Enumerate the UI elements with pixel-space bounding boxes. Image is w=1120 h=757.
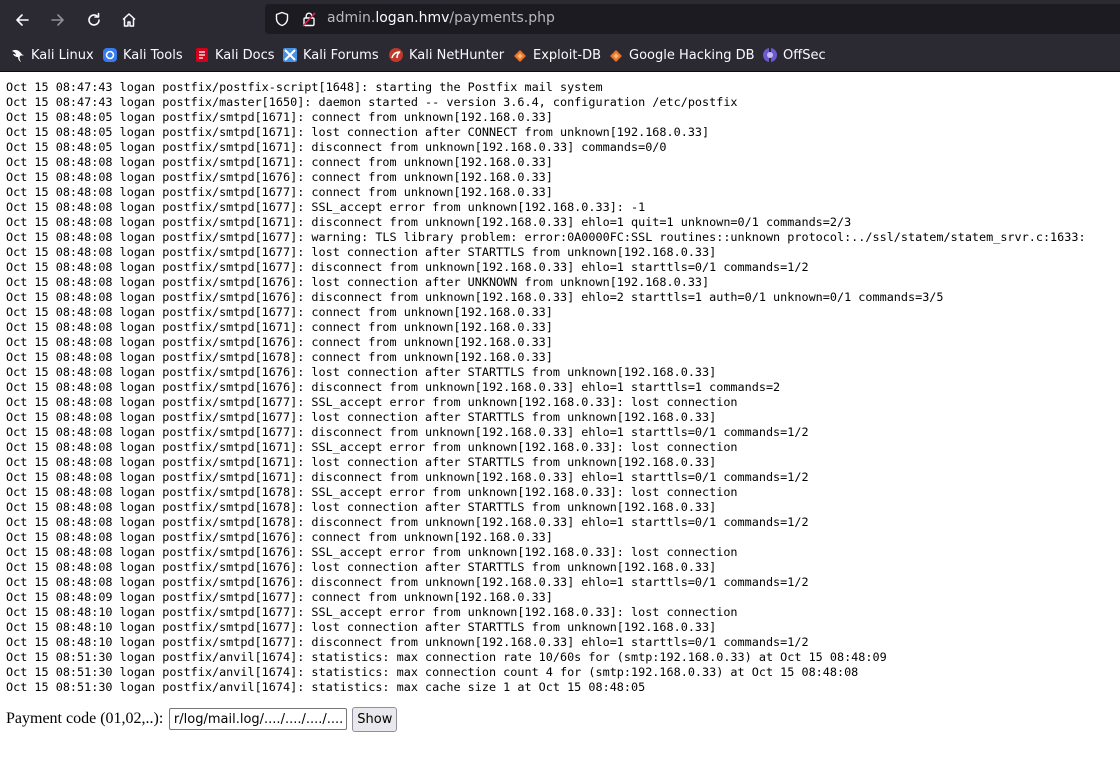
log-line: Oct 15 08:48:08 logan postfix/smtpd[1676… <box>6 335 553 349</box>
log-line: Oct 15 08:48:08 logan postfix/smtpd[1671… <box>6 320 553 334</box>
log-line: Oct 15 08:47:43 logan postfix/master[165… <box>6 95 738 109</box>
bookmark-label: OffSec <box>783 47 826 63</box>
bookmark-kali-docs[interactable]: Kali Docs <box>194 47 275 63</box>
bookmark-google-hacking-db[interactable]: Google Hacking DB <box>608 47 755 63</box>
mail-log-output: Oct 15 08:47:43 logan postfix/postfix-sc… <box>6 80 1086 695</box>
log-line: Oct 15 08:48:08 logan postfix/smtpd[1676… <box>6 365 717 379</box>
back-button[interactable] <box>9 7 35 33</box>
log-line: Oct 15 08:48:10 logan postfix/smtpd[1677… <box>6 620 717 634</box>
log-line: Oct 15 08:48:08 logan postfix/smtpd[1676… <box>6 560 717 574</box>
log-line: Oct 15 08:48:08 logan postfix/smtpd[1678… <box>6 515 809 529</box>
kali-forums-icon <box>282 47 298 63</box>
log-line: Oct 15 08:47:43 logan postfix/postfix-sc… <box>6 80 603 94</box>
log-line: Oct 15 08:48:08 logan postfix/smtpd[1677… <box>6 200 646 214</box>
log-line: Oct 15 08:48:08 logan postfix/smtpd[1671… <box>6 470 809 484</box>
log-line: Oct 15 08:48:08 logan postfix/smtpd[1671… <box>6 455 717 469</box>
log-line: Oct 15 08:51:30 logan postfix/anvil[1674… <box>6 680 646 694</box>
log-line: Oct 15 08:48:10 logan postfix/smtpd[1677… <box>6 635 809 649</box>
reload-button[interactable] <box>81 7 107 33</box>
bookmark-label: Kali Docs <box>215 47 275 63</box>
url-text: admin.logan.hmv/payments.php <box>327 10 555 26</box>
log-line: Oct 15 08:48:08 logan postfix/smtpd[1676… <box>6 275 710 289</box>
log-line: Oct 15 08:48:08 logan postfix/smtpd[1678… <box>6 350 553 364</box>
log-line: Oct 15 08:48:08 logan postfix/smtpd[1676… <box>6 530 553 544</box>
bookmark-label: Kali Linux <box>31 47 94 63</box>
log-line: Oct 15 08:48:08 logan postfix/smtpd[1676… <box>6 575 809 589</box>
log-line: Oct 15 08:51:30 logan postfix/anvil[1674… <box>6 665 859 679</box>
bookmarks-toolbar: Kali Linux Kali Tools Kali Docs Kali For… <box>0 39 1120 72</box>
log-line: Oct 15 08:51:30 logan postfix/anvil[1674… <box>6 650 887 664</box>
payment-code-input[interactable] <box>169 708 348 730</box>
log-line: Oct 15 08:48:05 logan postfix/smtpd[1671… <box>6 140 667 154</box>
url-path: /payments.php <box>449 10 555 26</box>
log-line: Oct 15 08:48:08 logan postfix/smtpd[1671… <box>6 155 553 169</box>
bookmark-label: Kali Forums <box>303 47 379 63</box>
log-line: Oct 15 08:48:10 logan postfix/smtpd[1677… <box>6 605 738 619</box>
url-prefix: admin. <box>327 10 376 26</box>
log-line: Oct 15 08:48:08 logan postfix/smtpd[1678… <box>6 485 738 499</box>
log-line: Oct 15 08:48:08 logan postfix/smtpd[1676… <box>6 380 781 394</box>
log-line: Oct 15 08:48:08 logan postfix/smtpd[1676… <box>6 545 738 559</box>
log-line: Oct 15 08:48:08 logan postfix/smtpd[1677… <box>6 230 1086 244</box>
bookmark-label: Google Hacking DB <box>629 47 755 63</box>
home-button[interactable] <box>116 7 142 33</box>
kali-dragon-icon <box>10 47 26 63</box>
log-line: Oct 15 08:48:08 logan postfix/smtpd[1677… <box>6 185 553 199</box>
bookmark-kali-tools[interactable]: Kali Tools <box>102 47 183 63</box>
url-host: logan.hmv <box>375 10 450 26</box>
log-line: Oct 15 08:48:08 logan postfix/smtpd[1677… <box>6 425 809 439</box>
arrow-right-icon <box>51 14 64 26</box>
bookmark-label: Kali Tools <box>123 47 183 63</box>
log-line: Oct 15 08:48:08 logan postfix/smtpd[1676… <box>6 170 553 184</box>
kali-nethunter-icon <box>388 47 404 63</box>
payment-form: Payment code (01,02,..): Show <box>6 706 398 732</box>
log-line: Oct 15 08:48:08 logan postfix/smtpd[1677… <box>6 395 738 409</box>
log-line: Oct 15 08:48:05 logan postfix/smtpd[1671… <box>6 110 553 124</box>
forward-button[interactable] <box>45 7 71 33</box>
log-line: Oct 15 08:48:08 logan postfix/smtpd[1677… <box>6 410 717 424</box>
bookmark-exploit-db[interactable]: Exploit-DB <box>512 47 601 63</box>
log-line: Oct 15 08:48:08 logan postfix/smtpd[1671… <box>6 215 852 229</box>
log-line: Oct 15 08:48:08 logan postfix/smtpd[1677… <box>6 260 809 274</box>
browser-toolbar: admin.logan.hmv/payments.php <box>0 0 1120 39</box>
log-line: Oct 15 08:48:09 logan postfix/smtpd[1677… <box>6 590 553 604</box>
ghdb-icon <box>608 47 624 63</box>
home-icon <box>122 13 136 27</box>
kali-tools-icon <box>102 47 118 63</box>
bookmark-label: Kali NetHunter <box>409 47 505 63</box>
reload-icon <box>88 12 100 26</box>
payment-code-label: Payment code (01,02,..): <box>6 710 164 727</box>
bookmark-label: Exploit-DB <box>533 47 602 63</box>
insecure-lock-icon[interactable] <box>301 11 317 27</box>
log-line: Oct 15 08:48:08 logan postfix/smtpd[1671… <box>6 440 738 454</box>
show-button[interactable]: Show <box>352 706 398 732</box>
kali-docs-icon <box>194 47 210 63</box>
log-line: Oct 15 08:48:05 logan postfix/smtpd[1671… <box>6 125 710 139</box>
log-line: Oct 15 08:48:08 logan postfix/smtpd[1677… <box>6 305 553 319</box>
log-line: Oct 15 08:48:08 logan postfix/smtpd[1678… <box>6 500 717 514</box>
arrow-left-icon <box>16 14 29 26</box>
bookmark-kali-nethunter[interactable]: Kali NetHunter <box>388 47 504 63</box>
shield-icon[interactable] <box>274 11 290 27</box>
bookmark-kali-linux[interactable]: Kali Linux <box>10 47 94 63</box>
bookmark-kali-forums[interactable]: Kali Forums <box>282 47 379 63</box>
bookmark-offsec[interactable]: OffSec <box>762 47 826 63</box>
offsec-icon <box>762 47 778 63</box>
exploit-db-icon <box>512 47 528 63</box>
log-line: Oct 15 08:48:08 logan postfix/smtpd[1676… <box>6 290 944 304</box>
log-line: Oct 15 08:48:08 logan postfix/smtpd[1677… <box>6 245 717 259</box>
url-bar[interactable]: admin.logan.hmv/payments.php <box>265 4 1120 34</box>
